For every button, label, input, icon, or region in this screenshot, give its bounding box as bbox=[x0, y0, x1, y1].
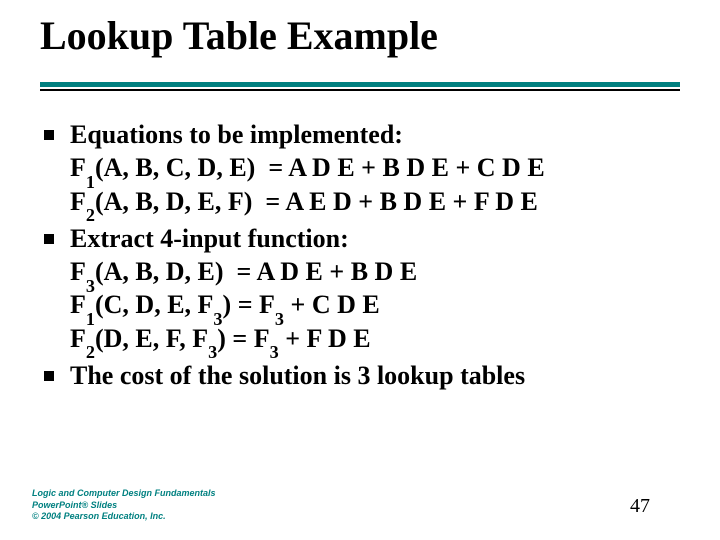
page-number: 47 bbox=[630, 495, 650, 518]
bullet-2-lead: Extract 4-input function: bbox=[70, 224, 349, 253]
bullet-3: The cost of the solution is 3 lookup tab… bbox=[40, 359, 680, 392]
square-bullet-icon bbox=[44, 130, 54, 140]
footer-line-2: PowerPoint® Slides bbox=[32, 500, 216, 511]
slide-body: Equations to be implemented: F1(A, B, C,… bbox=[40, 118, 680, 396]
footer-line-1: Logic and Computer Design Fundamentals bbox=[32, 488, 216, 499]
eq-line: F1(C, D, E, F3) = F3 + C D E bbox=[70, 288, 680, 321]
title-rule-black bbox=[40, 89, 680, 91]
eq-line: F2(A, B, D, E, F) = A E D + B D E + F D … bbox=[70, 185, 680, 218]
square-bullet-icon bbox=[44, 371, 54, 381]
eq-line: F3(A, B, D, E) = A D E + B D E bbox=[70, 255, 680, 288]
footer-line-3: © 2004 Pearson Education, Inc. bbox=[32, 511, 216, 522]
eq-line: F2(D, E, F, F3) = F3 + F D E bbox=[70, 322, 680, 355]
footer-credits: Logic and Computer Design Fundamentals P… bbox=[32, 488, 216, 522]
bullet-1-lead: Equations to be implemented: bbox=[70, 120, 403, 149]
bullet-1: Equations to be implemented: F1(A, B, C,… bbox=[40, 118, 680, 218]
eq-line: F1(A, B, C, D, E) = A D E + B D E + C D … bbox=[70, 151, 680, 184]
bullet-3-lead: The cost of the solution is 3 lookup tab… bbox=[70, 361, 525, 390]
slide: Lookup Table Example Equations to be imp… bbox=[0, 0, 720, 540]
title-rule-teal bbox=[40, 82, 680, 87]
bullet-2: Extract 4-input function: F3(A, B, D, E)… bbox=[40, 222, 680, 355]
square-bullet-icon bbox=[44, 234, 54, 244]
slide-title: Lookup Table Example bbox=[40, 12, 438, 59]
